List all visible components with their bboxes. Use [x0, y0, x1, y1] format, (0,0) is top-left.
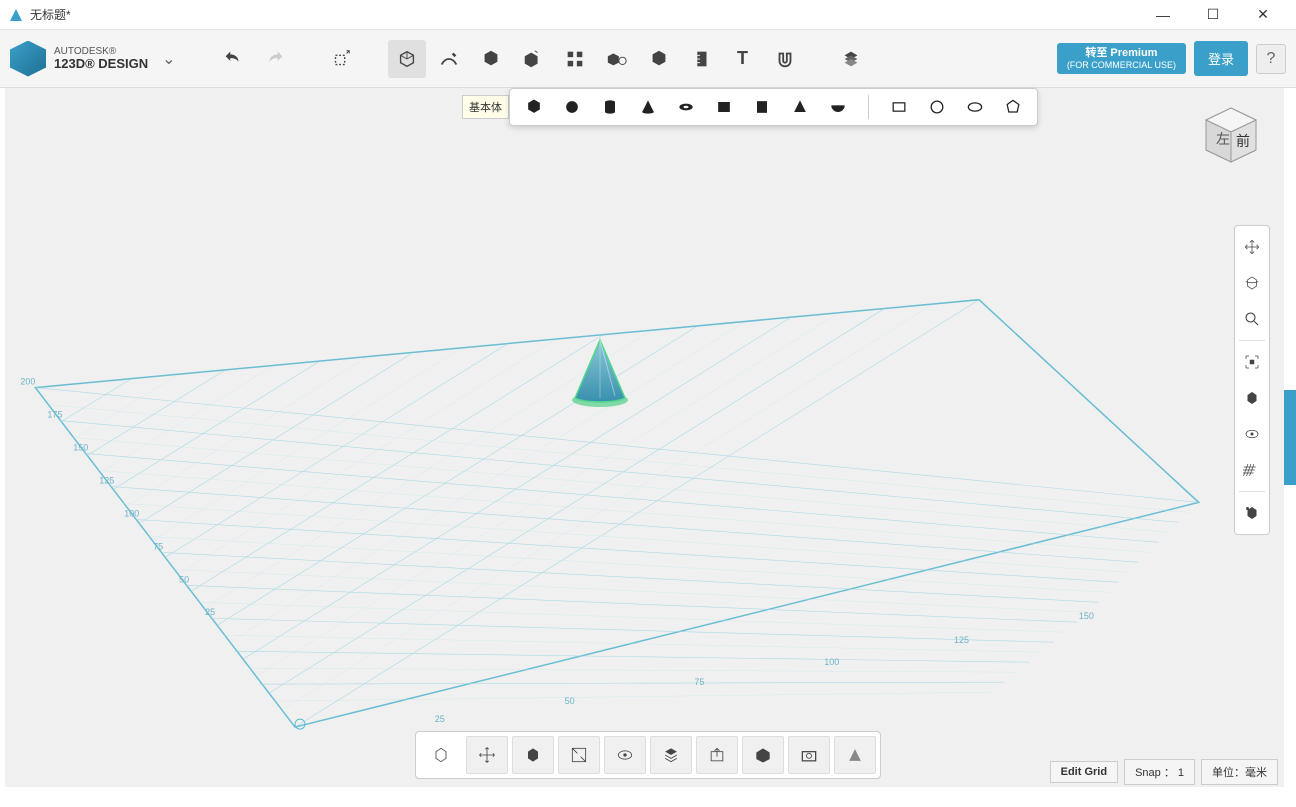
text-button[interactable]: T: [724, 40, 762, 78]
svg-text:前: 前: [1236, 133, 1250, 149]
pyramid-solid-button[interactable]: [788, 95, 812, 119]
grid-plane: 200 175 150 125 100 75 50 25 25 50 75 100 125 150: [5, 88, 1284, 787]
modify-button[interactable]: [514, 40, 552, 78]
edit-grid-button[interactable]: Edit Grid: [1050, 761, 1118, 783]
premium-button[interactable]: 转至 Premium (FOR COMMERCIAL USE): [1057, 43, 1186, 75]
rectangle-sketch-button[interactable]: [887, 95, 911, 119]
login-button[interactable]: 登录: [1194, 41, 1248, 76]
box-solid-button[interactable]: [522, 95, 546, 119]
svg-text:125: 125: [954, 635, 969, 645]
hemisphere-solid-button[interactable]: [826, 95, 850, 119]
orbit-tool[interactable]: [1235, 266, 1269, 300]
maximize-button[interactable]: ☐: [1198, 5, 1228, 25]
svg-text:200: 200: [20, 377, 35, 387]
app-menu[interactable]: AUTODESK® 123D® DESIGN ⌄: [10, 41, 176, 77]
construct-button[interactable]: [472, 40, 510, 78]
snap-value[interactable]: Snap ： 1: [1124, 759, 1195, 785]
material-button[interactable]: [832, 40, 870, 78]
svg-text:50: 50: [179, 574, 189, 584]
titlebar: 无标题* — ☐ ✕: [0, 0, 1296, 30]
cone-solid-button[interactable]: [636, 95, 660, 119]
help-button[interactable]: ?: [1256, 44, 1286, 74]
svg-text:75: 75: [694, 677, 704, 687]
svg-text:25: 25: [435, 714, 445, 724]
bottom-camera-button[interactable]: [788, 736, 830, 774]
bottom-export-button[interactable]: [696, 736, 738, 774]
viewport-3d[interactable]: 200 175 150 125 100 75 50 25 25 50 75 100 125 150: [5, 88, 1284, 787]
close-button[interactable]: ✕: [1248, 5, 1278, 25]
chevron-down-icon[interactable]: ⌄: [162, 49, 175, 69]
window-title: 无标题*: [30, 6, 1148, 23]
unit-label[interactable]: 单位：毫米: [1201, 759, 1278, 785]
sketch-button[interactable]: [430, 40, 468, 78]
nav-panel: [1234, 225, 1270, 535]
primitives-flyout: 基本体: [462, 88, 1038, 126]
svg-text:175: 175: [47, 410, 62, 420]
wedge-solid-button[interactable]: [712, 95, 736, 119]
visibility-tool[interactable]: [1235, 417, 1269, 451]
measure-button[interactable]: [682, 40, 720, 78]
svg-text:150: 150: [1079, 611, 1094, 621]
snap-options-tool[interactable]: [1235, 496, 1269, 530]
fit-tool[interactable]: [1235, 345, 1269, 379]
zoom-tool[interactable]: [1235, 302, 1269, 336]
look-tool[interactable]: [1235, 381, 1269, 415]
grouping-button[interactable]: [598, 40, 636, 78]
combine-button[interactable]: [640, 40, 678, 78]
logo-icon: [10, 41, 46, 77]
bottom-orbit-button[interactable]: [512, 736, 554, 774]
bottom-pan-button[interactable]: [466, 736, 508, 774]
transform-button[interactable]: [322, 40, 360, 78]
bottom-view-button[interactable]: [834, 736, 876, 774]
bottom-render-button[interactable]: [742, 736, 784, 774]
prism-solid-button[interactable]: [750, 95, 774, 119]
pan-tool[interactable]: [1235, 230, 1269, 264]
svg-text:100: 100: [824, 657, 839, 667]
pattern-button[interactable]: [556, 40, 594, 78]
redo-button[interactable]: [256, 40, 294, 78]
sphere-solid-button[interactable]: [560, 95, 584, 119]
app-icon: [8, 7, 24, 23]
brand-text: AUTODESK® 123D® DESIGN: [54, 46, 148, 71]
flyout-label: 基本体: [462, 95, 509, 119]
bottom-visibility-button[interactable]: [604, 736, 646, 774]
home-view-button[interactable]: [420, 736, 462, 774]
window-controls: — ☐ ✕: [1148, 5, 1288, 25]
cone-object[interactable]: [565, 338, 635, 408]
ellipse-sketch-button[interactable]: [963, 95, 987, 119]
svg-text:25: 25: [205, 607, 215, 617]
svg-text:50: 50: [565, 696, 575, 706]
main-toolbar: AUTODESK® 123D® DESIGN ⌄ T 转至 Premium (F…: [0, 30, 1296, 88]
svg-text:100: 100: [124, 508, 139, 518]
svg-text:125: 125: [99, 475, 114, 485]
torus-solid-button[interactable]: [674, 95, 698, 119]
grid-toggle-tool[interactable]: [1235, 453, 1269, 487]
undo-button[interactable]: [214, 40, 252, 78]
svg-text:150: 150: [73, 442, 88, 452]
bottom-layers-button[interactable]: [650, 736, 692, 774]
bottom-fit-button[interactable]: [558, 736, 600, 774]
svg-text:左: 左: [1216, 131, 1230, 147]
side-tab[interactable]: [1284, 390, 1296, 485]
svg-text:75: 75: [153, 541, 163, 551]
circle-sketch-button[interactable]: [925, 95, 949, 119]
polygon-sketch-button[interactable]: [1001, 95, 1025, 119]
bottom-toolbar: [415, 731, 881, 779]
status-bar: Edit Grid Snap ： 1 单位：毫米: [1050, 759, 1278, 785]
primitives-button[interactable]: [388, 40, 426, 78]
viewcube[interactable]: 左 前: [1196, 100, 1266, 170]
minimize-button[interactable]: —: [1148, 5, 1178, 25]
snap-button[interactable]: [766, 40, 804, 78]
cylinder-solid-button[interactable]: [598, 95, 622, 119]
